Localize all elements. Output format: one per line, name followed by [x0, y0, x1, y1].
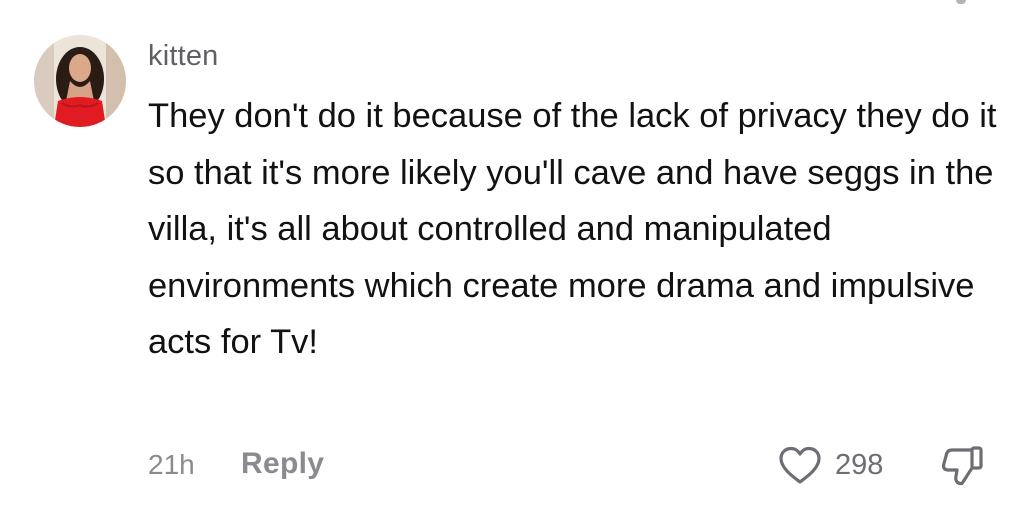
heart-outline-icon [777, 445, 823, 485]
like-count: 298 [835, 449, 884, 481]
dislike-button[interactable] [938, 444, 986, 488]
comment-item: kitten They don't do it because of the l… [0, 0, 1024, 516]
like-button[interactable]: 298 [777, 443, 883, 487]
comment-footer: 21h Reply 298 [0, 440, 1024, 490]
thumbs-down-outline-icon [938, 444, 986, 488]
comment-username[interactable]: kitten [148, 38, 219, 74]
comment-text: They don't do it because of the lack of … [148, 97, 997, 362]
comment-timestamp: 21h [148, 449, 195, 480]
reply-button[interactable]: Reply [241, 445, 324, 483]
avatar[interactable] [34, 35, 126, 127]
